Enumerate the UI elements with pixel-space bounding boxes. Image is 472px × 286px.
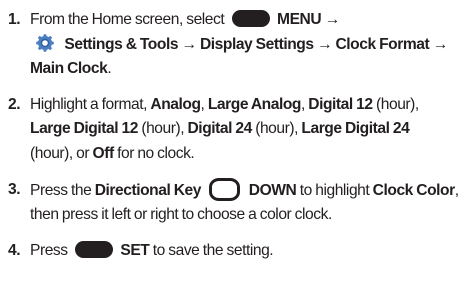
format-digital-12: Digital 12 bbox=[308, 95, 373, 113]
step-number: 4. bbox=[8, 241, 21, 259]
step-number: 3. bbox=[8, 180, 21, 198]
arrow: → bbox=[324, 11, 341, 28]
clock-color-label: Clock Color bbox=[372, 181, 456, 199]
format-note: (hour), or bbox=[30, 144, 90, 162]
format-digital-24: Digital 24 bbox=[187, 120, 253, 138]
format-off: Off bbox=[92, 144, 115, 162]
step-2: 2. Highlight a format, Analog, Large Ana… bbox=[8, 93, 470, 167]
settings-gear-icon bbox=[36, 33, 54, 52]
menu-key-label: MENU bbox=[277, 11, 322, 28]
step-number: 2. bbox=[8, 95, 21, 113]
main-clock-label: Main Clock bbox=[30, 60, 108, 78]
down-label: DOWN bbox=[248, 181, 297, 199]
step-text: to highlight bbox=[299, 181, 370, 199]
format-large-digital-24: Large Digital 24 bbox=[301, 120, 410, 138]
step-3: 3. Press the Directional Key DOWN to hig… bbox=[8, 177, 470, 228]
step-text: Press bbox=[30, 241, 68, 259]
step-text: to save the setting. bbox=[152, 241, 274, 259]
separator: , bbox=[301, 95, 305, 113]
format-large-digital-12: Large Digital 12 bbox=[30, 120, 138, 138]
directional-key-icon bbox=[209, 177, 241, 201]
format-analog: Analog bbox=[150, 95, 201, 113]
period: . bbox=[107, 60, 112, 78]
step-text: From the Home screen, select bbox=[30, 11, 225, 28]
menu-path: Settings & Tools → Display Settings → Cl… bbox=[64, 35, 448, 53]
step-number: 1. bbox=[8, 11, 21, 28]
format-note: for no clock. bbox=[117, 144, 195, 162]
step-4: 4. Press SET to save the setting. bbox=[8, 239, 470, 264]
separator: , bbox=[200, 95, 205, 113]
step-1: 1. From the Home screen, select MENU → S… bbox=[8, 8, 470, 82]
step-text: Press the bbox=[30, 181, 92, 199]
step-text: Highlight a format, bbox=[30, 95, 147, 113]
directional-key-label: Directional Key bbox=[94, 181, 202, 199]
softkey-button-icon bbox=[231, 10, 270, 27]
format-large-analog: Large Analog bbox=[207, 95, 302, 113]
set-key-label: SET bbox=[120, 241, 150, 259]
instruction-list: 1. From the Home screen, select MENU → S… bbox=[8, 0, 470, 263]
format-note: (hour), bbox=[376, 95, 419, 113]
format-note: (hour), bbox=[141, 120, 185, 138]
softkey-button-icon bbox=[75, 240, 114, 258]
format-note: (hour), bbox=[255, 120, 298, 138]
